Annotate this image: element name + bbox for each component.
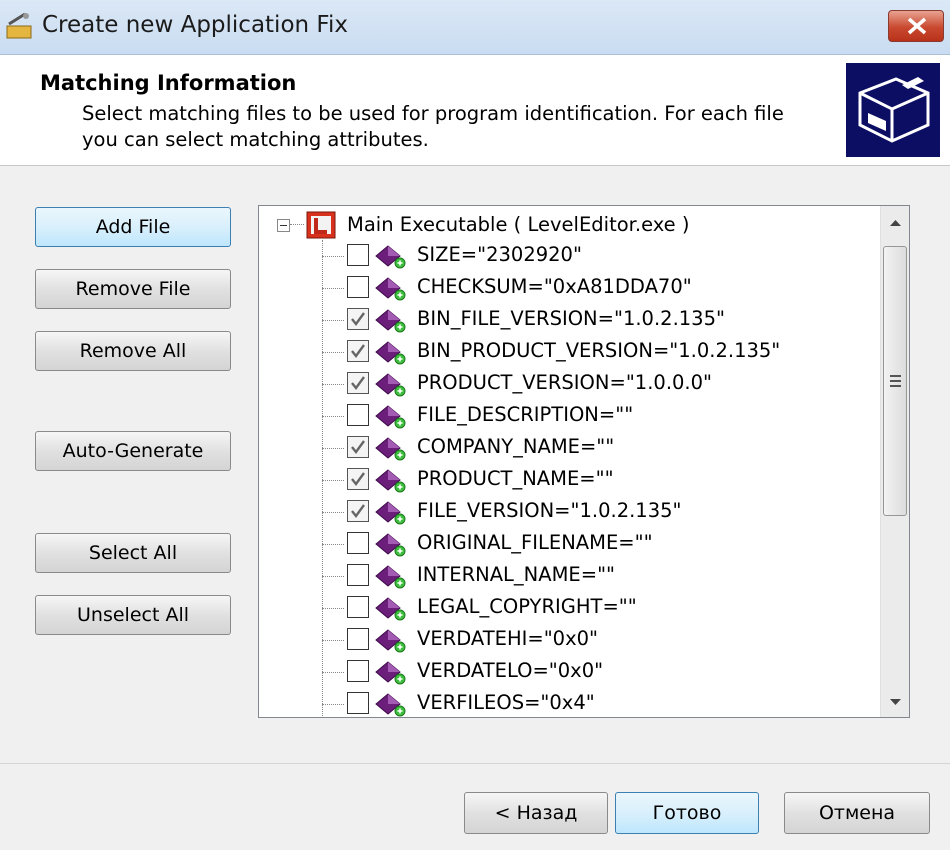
arrow-up-icon: [890, 220, 901, 226]
tree-attribute-item[interactable]: ORIGINAL_FILENAME="": [259, 528, 879, 560]
attribute-checkbox[interactable]: [347, 276, 369, 298]
checkmark-icon: [351, 440, 365, 454]
remove-file-button[interactable]: Remove File: [35, 269, 231, 309]
attribute-icon: [375, 597, 406, 621]
attribute-icon: [375, 341, 406, 365]
close-icon: [907, 17, 927, 35]
attribute-icon: [375, 565, 406, 589]
attribute-icon: [375, 501, 406, 525]
attribute-label: SIZE="2302920": [417, 243, 582, 266]
attribute-label: FILE_DESCRIPTION="": [417, 403, 634, 426]
attribute-label: PRODUCT_VERSION="1.0.0.0": [417, 371, 712, 394]
wizard-logo: [846, 63, 940, 157]
scroll-thumb[interactable]: [883, 246, 907, 516]
tree-attribute-item[interactable]: VERDATEHI="0x0": [259, 624, 879, 656]
attribute-icon: [375, 277, 406, 301]
attribute-checkbox[interactable]: [347, 468, 369, 490]
drive-bay-icon: [858, 77, 930, 143]
attribute-label: CHECKSUM="0xA81DDA70": [417, 275, 692, 298]
tree-attribute-item[interactable]: COMPANY_NAME="": [259, 432, 879, 464]
attribute-checkbox[interactable]: [347, 596, 369, 618]
cancel-button[interactable]: Отмена: [784, 792, 930, 834]
tree-attribute-item[interactable]: VERFILEOS="0x4": [259, 688, 879, 717]
attribute-checkbox[interactable]: [347, 564, 369, 586]
root-file-label: Main Executable ( LevelEditor.exe ): [347, 213, 690, 236]
tree-attribute-item[interactable]: BIN_FILE_VERSION="1.0.2.135": [259, 304, 879, 336]
tree-attribute-item[interactable]: SIZE="2302920": [259, 240, 879, 272]
attribute-label: ORIGINAL_FILENAME="": [417, 531, 653, 554]
attribute-label: BIN_PRODUCT_VERSION="1.0.2.135": [417, 339, 781, 362]
scroll-down-button[interactable]: [881, 685, 909, 717]
tree-attribute-item[interactable]: PRODUCT_VERSION="1.0.0.0": [259, 368, 879, 400]
attribute-checkbox[interactable]: [347, 340, 369, 362]
tree-attribute-item[interactable]: BIN_PRODUCT_VERSION="1.0.2.135": [259, 336, 879, 368]
tree-attribute-item[interactable]: CHECKSUM="0xA81DDA70": [259, 272, 879, 304]
tree-attribute-item[interactable]: FILE_VERSION="1.0.2.135": [259, 496, 879, 528]
window-title: Create new Application Fix: [42, 12, 348, 38]
attribute-checkbox[interactable]: [347, 532, 369, 554]
select-all-button[interactable]: Select All: [35, 533, 231, 573]
checkmark-icon: [351, 344, 365, 358]
attribute-checkbox[interactable]: [347, 660, 369, 682]
footer-divider: [0, 763, 950, 764]
executable-icon: [306, 211, 336, 239]
checkmark-icon: [351, 312, 365, 326]
title-bar: Create new Application Fix: [0, 0, 950, 55]
page-title: Matching Information: [40, 71, 297, 95]
attribute-checkbox[interactable]: [347, 628, 369, 650]
vertical-scrollbar[interactable]: [880, 206, 909, 717]
tree-attribute-item[interactable]: FILE_DESCRIPTION="": [259, 400, 879, 432]
unselect-all-button[interactable]: Unselect All: [35, 595, 231, 635]
page-description: Select matching files to be used for pro…: [82, 102, 784, 151]
attribute-icon: [375, 437, 406, 461]
attribute-icon: [375, 533, 406, 557]
attribute-checkbox[interactable]: [347, 404, 369, 426]
attribute-icon: [375, 661, 406, 685]
arrow-down-icon: [890, 699, 901, 705]
matching-files-tree[interactable]: Main Executable ( LevelEditor.exe ) SIZE…: [258, 205, 910, 718]
attribute-label: FILE_VERSION="1.0.2.135": [417, 499, 682, 522]
back-button[interactable]: < Назад: [464, 792, 608, 834]
attribute-label: PRODUCT_NAME="": [417, 467, 614, 490]
wizard-header: Matching Information Select matching fil…: [0, 55, 950, 166]
attribute-icon: [375, 245, 406, 269]
attribute-label: BIN_FILE_VERSION="1.0.2.135": [417, 307, 725, 330]
tree-attribute-item[interactable]: INTERNAL_NAME="": [259, 560, 879, 592]
checkmark-icon: [351, 376, 365, 390]
tree-attribute-item[interactable]: VERDATELO="0x0": [259, 656, 879, 688]
attribute-label: VERDATEHI="0x0": [417, 627, 598, 650]
attribute-checkbox[interactable]: [347, 372, 369, 394]
finish-button[interactable]: Готово: [615, 792, 759, 834]
attribute-icon: [375, 629, 406, 653]
attribute-label: LEGAL_COPYRIGHT="": [417, 595, 637, 618]
close-button[interactable]: [888, 10, 944, 42]
attribute-label: VERFILEOS="0x4": [417, 691, 595, 714]
attribute-checkbox[interactable]: [347, 692, 369, 714]
attribute-label: INTERNAL_NAME="": [417, 563, 616, 586]
auto-generate-button[interactable]: Auto-Generate: [35, 431, 231, 471]
attribute-icon: [375, 373, 406, 397]
tree-attribute-item[interactable]: LEGAL_COPYRIGHT="": [259, 592, 879, 624]
tree-root-item[interactable]: Main Executable ( LevelEditor.exe ): [259, 208, 879, 240]
remove-all-button[interactable]: Remove All: [35, 331, 231, 371]
app-fix-icon: [6, 12, 32, 39]
scroll-up-button[interactable]: [881, 206, 909, 238]
attribute-checkbox[interactable]: [347, 308, 369, 330]
attribute-label: COMPANY_NAME="": [417, 435, 615, 458]
attribute-checkbox[interactable]: [347, 500, 369, 522]
checkmark-icon: [351, 472, 365, 486]
tree-attribute-item[interactable]: PRODUCT_NAME="": [259, 464, 879, 496]
attribute-icon: [375, 405, 406, 429]
attribute-icon: [375, 469, 406, 493]
attribute-label: VERDATELO="0x0": [417, 659, 604, 682]
checkmark-icon: [351, 504, 365, 518]
attribute-checkbox[interactable]: [347, 436, 369, 458]
collapse-toggle[interactable]: [277, 219, 290, 232]
attribute-icon: [375, 693, 406, 717]
attribute-checkbox[interactable]: [347, 244, 369, 266]
add-file-button[interactable]: Add File: [35, 207, 231, 247]
attribute-icon: [375, 309, 406, 333]
